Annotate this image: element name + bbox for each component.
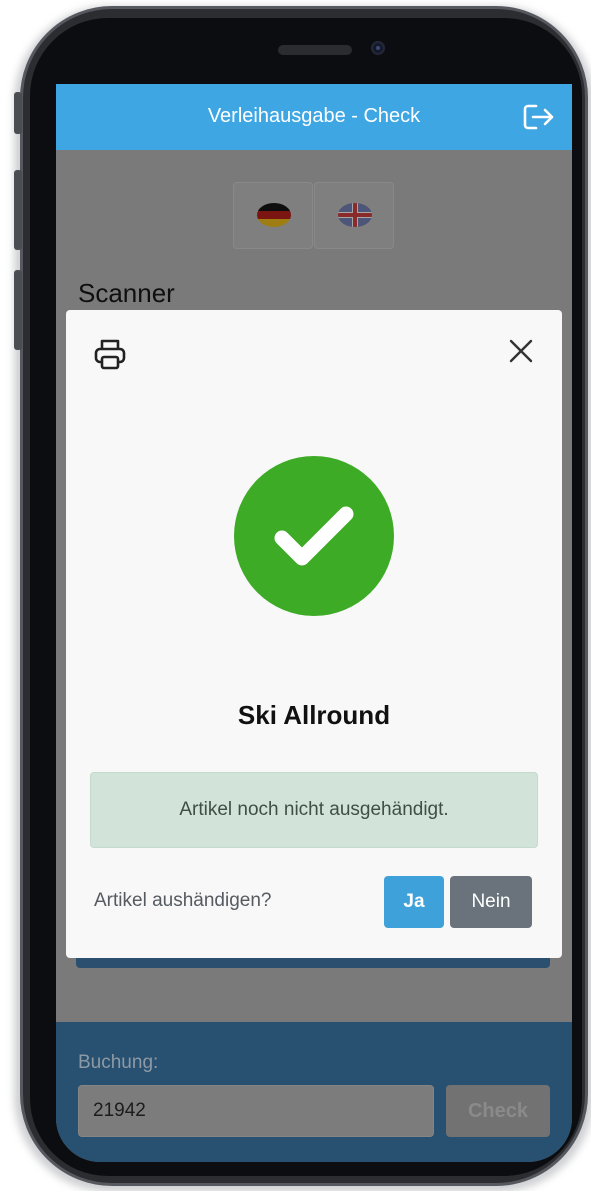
app-title: Verleihausgabe - Check [207,105,421,127]
phone-volume-down [14,270,22,350]
close-icon[interactable] [506,336,536,366]
print-icon[interactable] [92,336,128,372]
status-alert: Artikel noch nicht ausgehändigt. [90,772,538,848]
language-german-button[interactable] [233,182,313,249]
no-button[interactable]: Nein [450,876,532,928]
phone-speaker [278,45,352,55]
phone-volume-up [14,170,22,250]
booking-label: Buchung: [78,1052,159,1073]
booking-bar: Buchung: 21942 Check [56,1022,572,1162]
phone-camera [371,41,385,55]
flag-uk-icon [338,203,372,227]
yes-button[interactable]: Ja [384,876,444,928]
logout-icon[interactable] [522,102,556,132]
handover-question: Artikel aushändigen? [94,890,272,911]
checkmark-icon [274,506,354,566]
app-screen: Verleihausgabe - Check Scanner Buchung: … [56,84,572,1162]
app-header: Verleihausgabe - Check [56,84,572,150]
scanner-heading: Scanner [78,278,175,308]
flag-germany-icon [257,203,291,227]
language-english-button[interactable] [314,182,394,249]
booking-input[interactable]: 21942 [78,1085,434,1137]
success-status [234,456,394,616]
phone-mute-switch [14,92,22,134]
item-name: Ski Allround [237,700,391,730]
check-button[interactable]: Check [446,1085,550,1137]
result-modal: Ski Allround Artikel noch nicht ausgehän… [66,310,562,958]
